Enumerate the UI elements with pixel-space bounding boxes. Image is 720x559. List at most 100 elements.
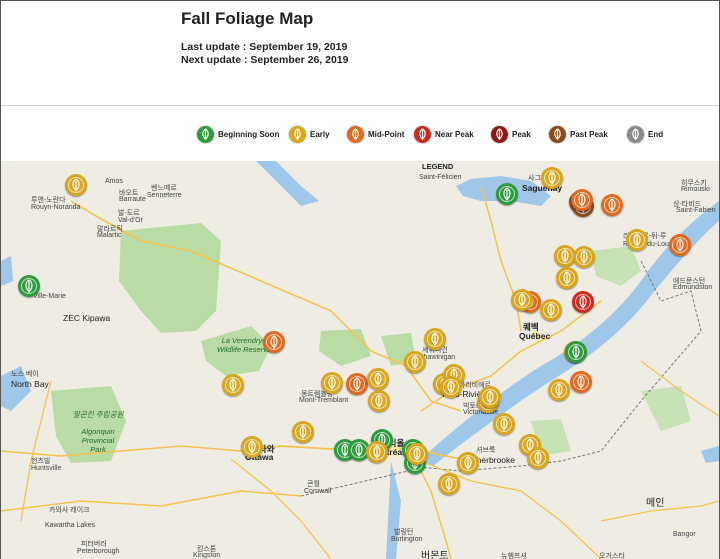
leaf-icon <box>518 293 526 307</box>
leaf-icon <box>500 417 508 431</box>
foliage-marker[interactable] <box>457 452 479 474</box>
map-label: 메인 <box>646 498 665 509</box>
leaf-icon <box>414 125 431 143</box>
foliage-marker[interactable] <box>368 390 390 412</box>
leaf-icon <box>411 355 419 369</box>
leaf-icon <box>627 125 644 143</box>
foliage-marker[interactable] <box>367 368 389 390</box>
foliage-marker[interactable] <box>548 379 570 401</box>
leaf-icon <box>353 377 361 391</box>
foliage-marker[interactable] <box>292 421 314 443</box>
foliage-marker[interactable] <box>540 299 562 321</box>
leaf-icon <box>270 335 278 349</box>
legend-item-mid-point[interactable]: Mid-Point <box>347 125 404 143</box>
foliage-marker[interactable] <box>424 328 446 350</box>
leaf-icon <box>572 345 580 359</box>
foliage-marker[interactable] <box>541 167 563 189</box>
leaf-icon <box>347 125 364 143</box>
map-label: ZEC Kipawa <box>63 313 111 323</box>
foliage-marker[interactable] <box>571 189 593 211</box>
map-label: North Bay <box>11 379 49 389</box>
leaf-icon <box>608 198 616 212</box>
status-legend: Beginning Soon Early Mid-Point Near Peak… <box>1 105 719 161</box>
leaf-icon <box>447 380 455 394</box>
foliage-marker[interactable] <box>404 351 426 373</box>
leaf-icon <box>534 451 542 465</box>
leaf-icon <box>375 394 383 408</box>
foliage-marker[interactable] <box>572 291 594 313</box>
map-label: Peterborough <box>77 548 120 555</box>
map-label: Senneterre <box>147 192 182 199</box>
foliage-marker[interactable] <box>222 374 244 396</box>
map-legend-title: LEGEND <box>422 162 454 171</box>
foliage-marker[interactable] <box>241 436 263 458</box>
leaf-icon <box>374 372 382 386</box>
map-label: Kingston <box>193 552 221 559</box>
legend-item-early[interactable]: Early <box>289 125 330 143</box>
leaf-icon <box>676 238 684 252</box>
map-label: 뉴햄프셔 <box>501 553 527 559</box>
foliage-marker[interactable] <box>601 194 623 216</box>
foliage-marker[interactable] <box>556 267 578 289</box>
legend-item-near-peak[interactable]: Near Peak <box>414 125 474 143</box>
leaf-icon <box>563 271 571 285</box>
foliage-marker[interactable] <box>366 441 388 463</box>
leaf-icon <box>555 383 563 397</box>
leaf-icon <box>289 125 306 143</box>
map-label: Burlington <box>391 536 423 543</box>
foliage-marker[interactable] <box>570 371 592 393</box>
map-label: 노스 베이 <box>11 371 39 378</box>
map-label: Mont-Tremblant <box>299 397 349 404</box>
legend-item-end[interactable]: End <box>627 125 663 143</box>
foliage-marker[interactable] <box>346 373 368 395</box>
foliage-marker[interactable] <box>440 376 462 398</box>
foliage-marker[interactable] <box>479 386 501 408</box>
foliage-marker[interactable] <box>65 174 87 196</box>
foliage-marker[interactable] <box>18 275 40 297</box>
foliage-marker[interactable] <box>493 413 515 435</box>
leaf-icon <box>549 125 566 143</box>
foliage-marker[interactable] <box>511 289 533 311</box>
leaf-icon <box>579 295 587 309</box>
legend-item-peak[interactable]: Peak <box>491 125 531 143</box>
leaf-icon <box>491 125 508 143</box>
foliage-marker[interactable] <box>626 229 648 251</box>
foliage-marker[interactable] <box>669 234 691 256</box>
map-label: Rouyn-Noranda <box>31 204 81 211</box>
leaf-icon <box>413 447 421 461</box>
foliage-marker[interactable] <box>321 372 343 394</box>
map-label: Saint-Félicien <box>419 174 462 181</box>
map-label: Kawartha Lakes <box>45 522 96 529</box>
leaf-icon <box>299 425 307 439</box>
legend-label: End <box>648 129 664 139</box>
map-label: Rimouski <box>681 186 710 193</box>
foliage-marker[interactable] <box>565 341 587 363</box>
foliage-marker[interactable] <box>438 473 460 495</box>
foliage-marker[interactable] <box>496 183 518 205</box>
map-label: Cornwall <box>304 488 332 495</box>
map-label: Ville-Marie <box>33 293 66 300</box>
map-label: Edmundston <box>673 284 713 291</box>
leaf-icon <box>445 477 453 491</box>
legend-label: Peak <box>512 129 531 139</box>
foliage-marker[interactable] <box>527 447 549 469</box>
map-label: 오거스타 <box>599 553 625 559</box>
legend-item-past-peak[interactable]: Past Peak <box>549 125 608 143</box>
legend-label: Past Peak <box>570 129 608 139</box>
legend-item-beginning-soon[interactable]: Beginning Soon <box>197 125 279 143</box>
leaf-icon <box>464 456 472 470</box>
foliage-marker[interactable] <box>573 246 595 268</box>
foliage-marker[interactable] <box>406 443 428 465</box>
foliage-marker[interactable] <box>263 331 285 353</box>
leaf-icon <box>503 187 511 201</box>
foliage-map[interactable]: LEGEND Amos 루앤-노란다 Rouyn-Noranda 바오트 Bar… <box>1 161 719 559</box>
last-update-text: Last update : September 19, 2019 <box>181 41 348 53</box>
map-label: Huntsville <box>31 465 62 472</box>
legend-label: Mid-Point <box>368 129 405 139</box>
leaf-icon <box>72 178 80 192</box>
map-label: 카와사 레이크 <box>49 507 90 514</box>
legend-label: Early <box>310 129 330 139</box>
leaf-icon <box>633 233 641 247</box>
map-label: Malartic <box>97 232 122 239</box>
leaf-icon <box>355 443 363 457</box>
